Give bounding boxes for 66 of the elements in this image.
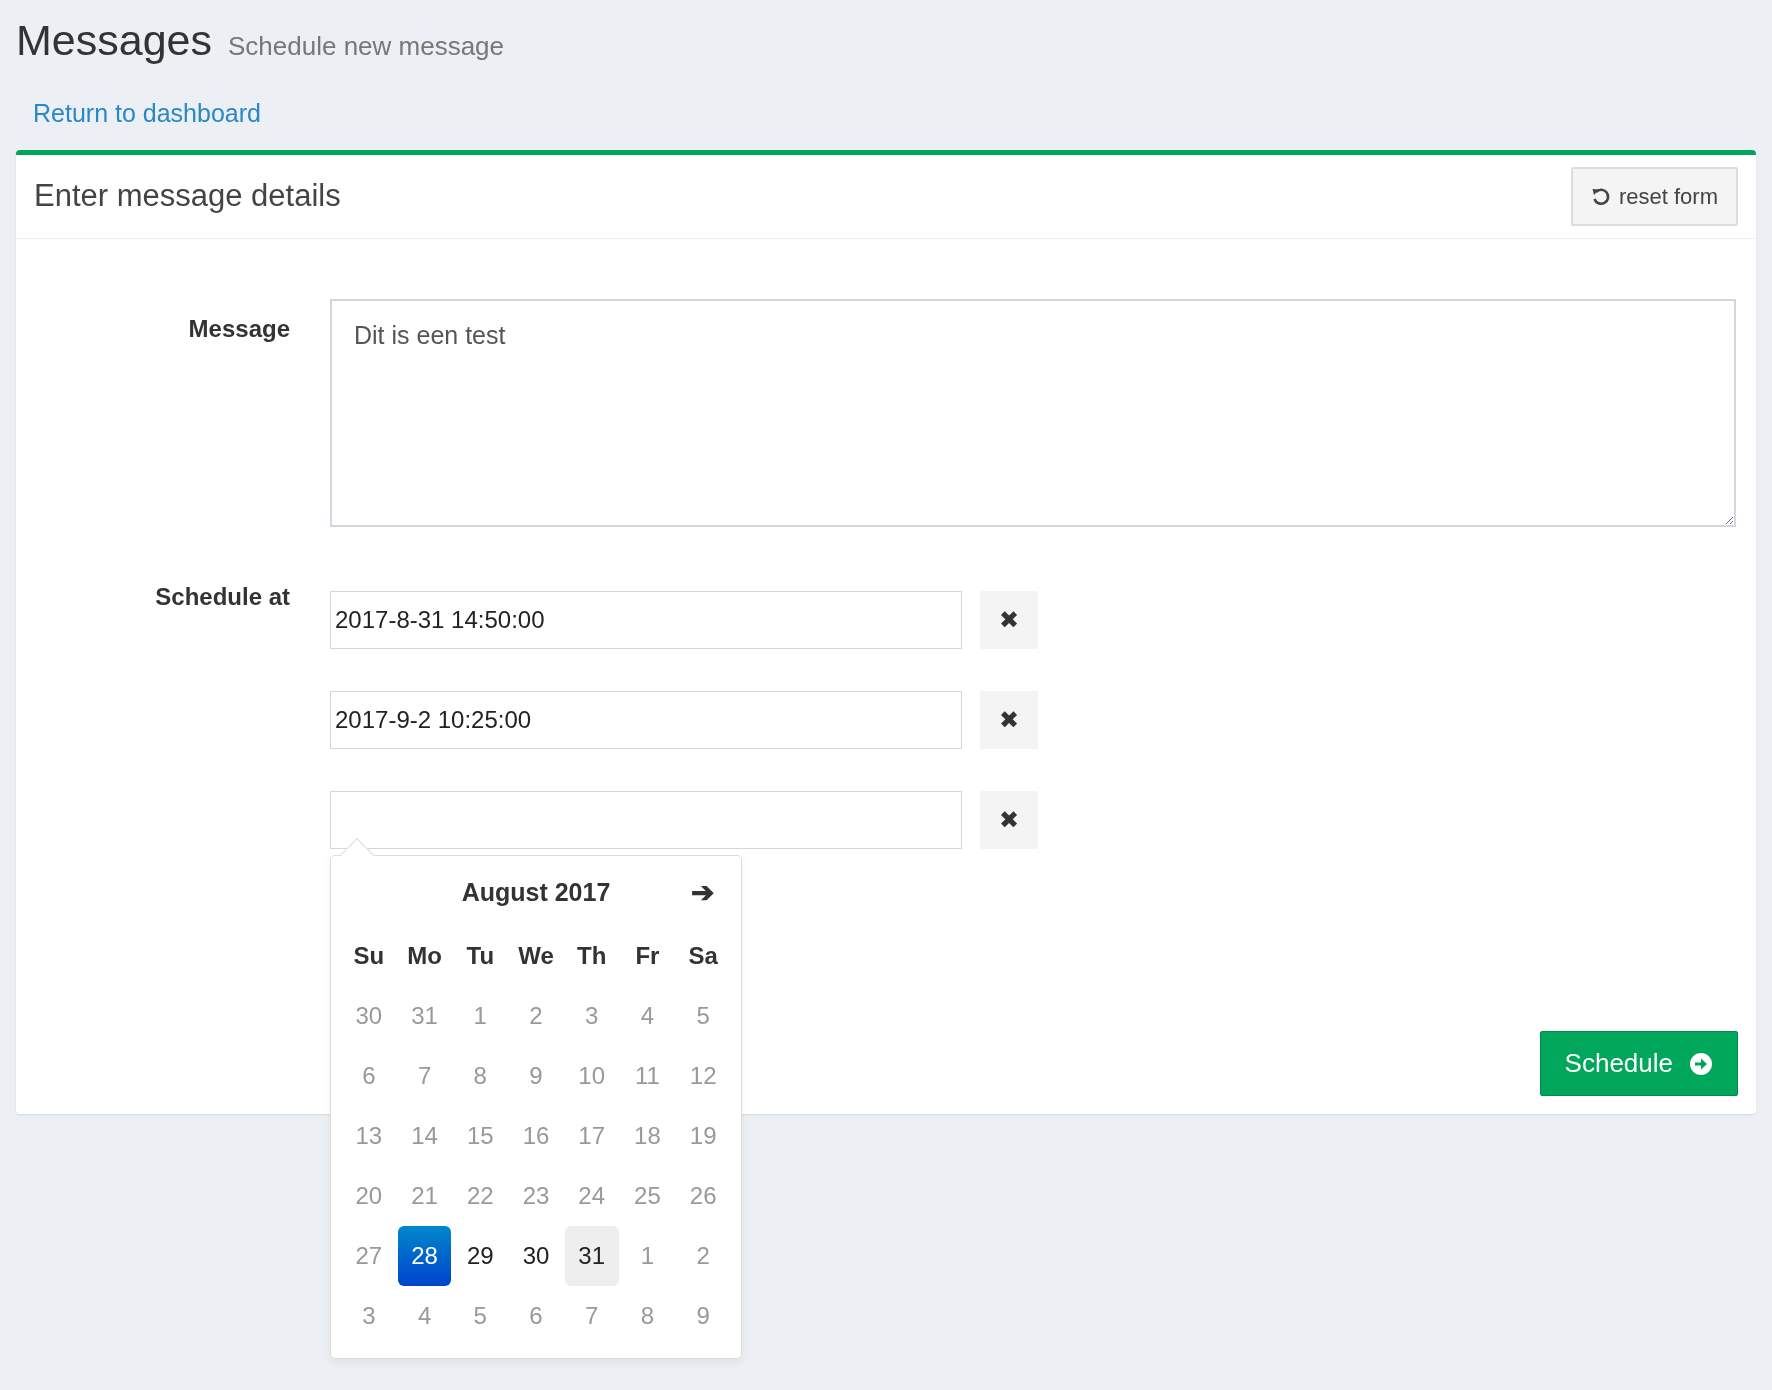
calendar-day: 8	[453, 1046, 508, 1106]
calendar-day: 21	[397, 1166, 452, 1226]
field-label: Schedule at	[154, 582, 291, 612]
calendar-day: 24	[564, 1166, 619, 1226]
calendar-day: 10	[564, 1046, 619, 1106]
weekday-label: We	[517, 941, 555, 971]
calendar-day: 2	[509, 986, 563, 1046]
calendar-day[interactable]: 31	[564, 1226, 619, 1286]
calendar-day: 9	[509, 1046, 563, 1106]
calendar-day: 19	[676, 1106, 730, 1166]
calendar-day: 15	[453, 1106, 508, 1166]
calendar-day: 3	[342, 1286, 396, 1346]
calendar-day: 13	[342, 1106, 396, 1166]
calendar-day: 25	[620, 1166, 675, 1226]
weekday-label: Mo	[406, 941, 443, 971]
calendar-day: 11	[620, 1046, 675, 1106]
month-title: August 2017	[460, 877, 612, 909]
field-label: Message	[187, 314, 291, 344]
calendar-day: 1	[453, 986, 508, 1046]
calendar-day: 14	[397, 1106, 452, 1166]
remove-button[interactable]: ✖	[980, 591, 1038, 649]
weekday-label: Sa	[687, 941, 719, 971]
calendar-day: 3	[564, 986, 619, 1046]
calendar-day: 31	[397, 986, 452, 1046]
calendar-day: 16	[509, 1106, 563, 1166]
calendar-day: 1	[620, 1226, 675, 1286]
calendar-day: 7	[564, 1286, 619, 1346]
date-field[interactable]	[330, 791, 962, 849]
page-subtitle: Schedule new message	[228, 30, 505, 63]
weekday-label: Tu	[465, 941, 496, 971]
card-title: Enter message details	[34, 177, 341, 216]
calendar-day: 6	[509, 1286, 563, 1346]
message-field[interactable]: Dit is een test	[330, 299, 1736, 527]
date-field[interactable]: 2017-8-31 14:50:00	[330, 591, 962, 649]
reset-icon	[1590, 186, 1611, 207]
weekday-label: Fr	[634, 941, 661, 971]
calendar-day: 26	[676, 1166, 730, 1226]
calendar-day: 5	[676, 986, 730, 1046]
weekday-label: Su	[352, 941, 386, 971]
calendar-day: 18	[620, 1106, 675, 1166]
calendar-day[interactable]: 28	[397, 1226, 452, 1286]
calendar-day: 17	[564, 1106, 619, 1166]
remove-button[interactable]: ✖	[980, 791, 1038, 849]
weekday-label: Th	[576, 941, 608, 971]
calendar-day: 4	[620, 986, 675, 1046]
page-title: Messages	[16, 15, 212, 66]
calendar-day: 22	[453, 1166, 508, 1226]
calendar-day: 9	[676, 1286, 730, 1346]
calendar-day: 5	[453, 1286, 508, 1346]
remove-button[interactable]: ✖	[980, 691, 1038, 749]
calendar-day[interactable]: 30	[509, 1226, 563, 1286]
calendar-day: 30	[342, 986, 396, 1046]
calendar-day: 12	[676, 1046, 730, 1106]
calendar-day: 6	[342, 1046, 396, 1106]
calendar-day: 8	[620, 1286, 675, 1346]
calendar-day: 4	[397, 1286, 452, 1346]
next-month-button[interactable]: ➔	[674, 871, 731, 915]
calendar-day: 27	[342, 1226, 396, 1286]
date-field[interactable]: 2017-9-2 10:25:00	[330, 691, 962, 749]
calendar-day: 23	[509, 1166, 563, 1226]
calendar-day: 2	[676, 1226, 730, 1286]
calendar-day: 20	[342, 1166, 396, 1226]
calendar-day[interactable]: 29	[453, 1226, 508, 1286]
calendar-day: 7	[397, 1046, 452, 1106]
arrow-circle-icon	[1689, 1051, 1713, 1076]
reset-button[interactable]: reset form	[1570, 167, 1738, 226]
